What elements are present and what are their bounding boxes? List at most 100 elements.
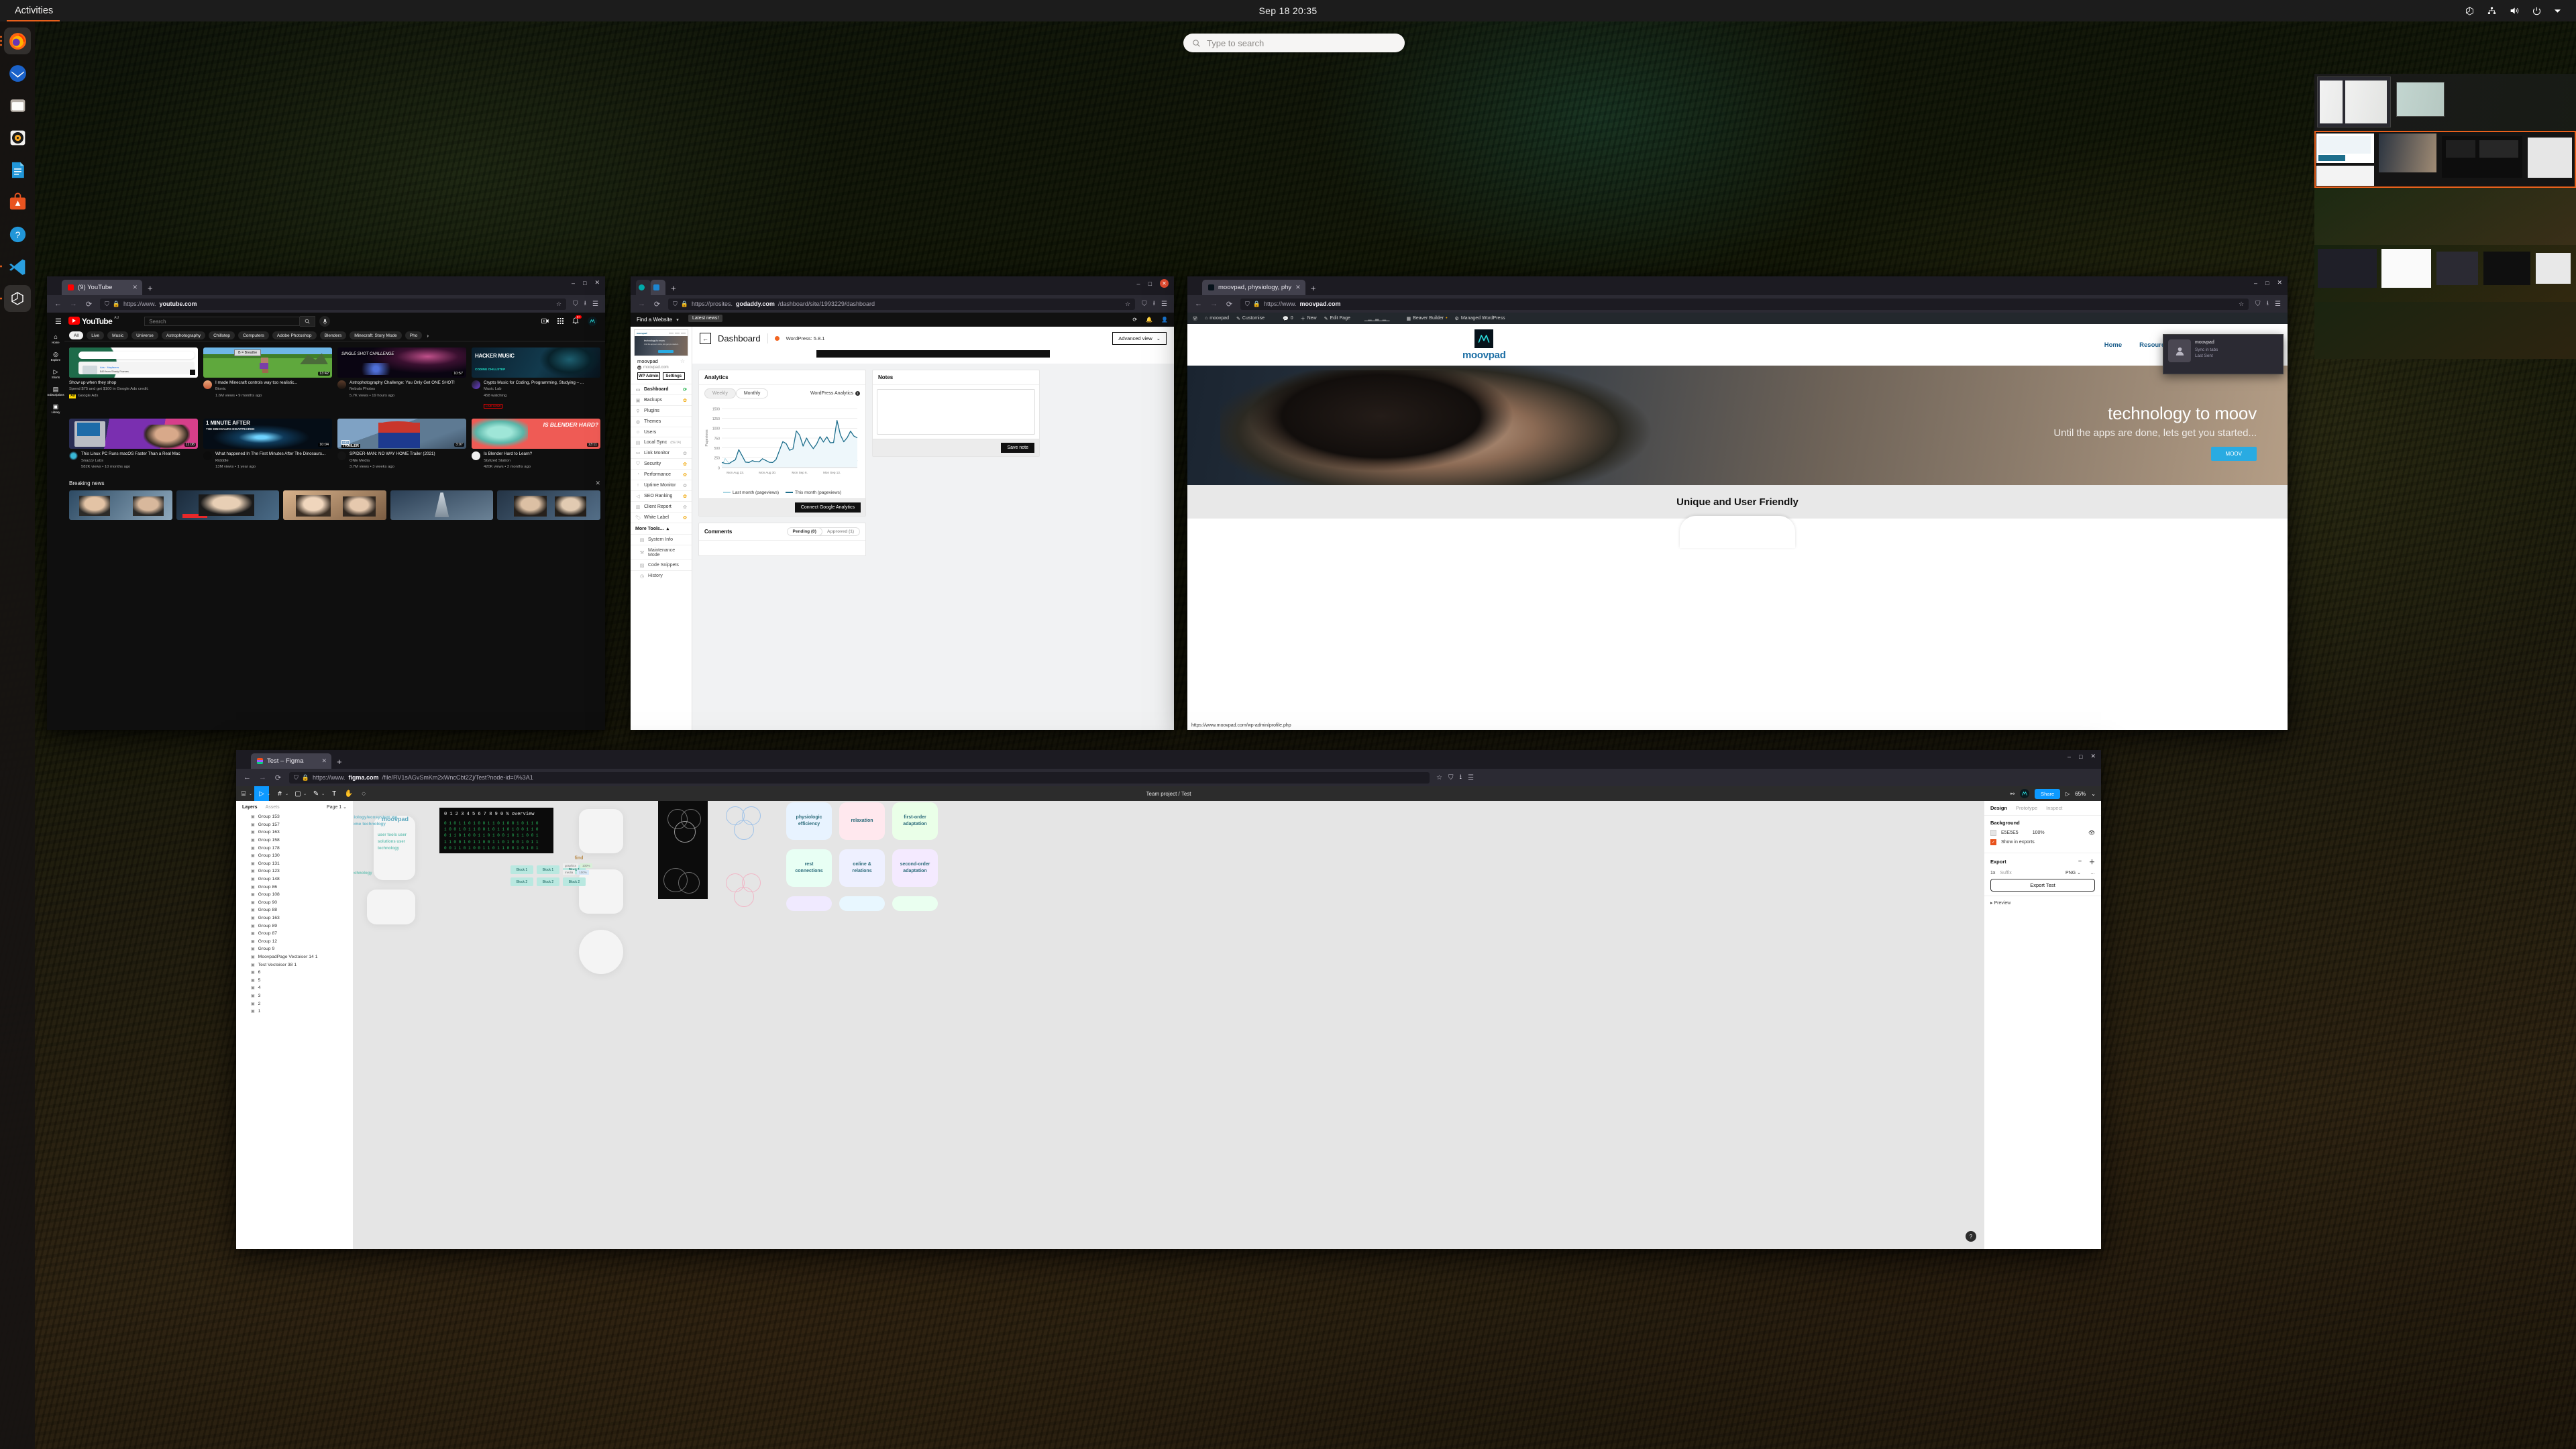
extension-popup[interactable]: moovpad Sync in tabs Last Sent	[2163, 334, 2284, 374]
notifications-icon[interactable]: 9+	[572, 315, 582, 326]
canvas-note-card[interactable]	[786, 896, 832, 911]
layer-row[interactable]: ▣ Group 12	[236, 938, 353, 946]
eye-icon[interactable]: 👁	[2088, 830, 2095, 836]
connect-google-analytics-button[interactable]: Connect Google Analytics	[794, 502, 861, 513]
menu-item-local-sync[interactable]: ▤ Local Sync (BETA)	[631, 437, 692, 447]
canvas-terminal[interactable]: 0 1 2 3 4 5 6 7 8 9 0 % overview 0 1 0 1…	[439, 808, 553, 853]
canvas-note-card[interactable]: second-order adaptation	[892, 849, 938, 887]
share-link-icon[interactable]: ⚯	[2010, 791, 2015, 797]
download-icon[interactable]: ⭳	[1459, 772, 1462, 784]
download-icon[interactable]: ⭳	[584, 299, 587, 310]
layer-row[interactable]: ▣ 2	[236, 1000, 353, 1008]
show-in-exports-row[interactable]: ✓ Show in exports	[1990, 839, 2095, 845]
gear-icon[interactable]: ✿	[683, 483, 687, 488]
menu-item-seo-ranking[interactable]: ◁ SEO Ranking ✿	[631, 490, 692, 501]
more-tools-toggle[interactable]: More Tools... ▴	[631, 523, 692, 534]
layer-row[interactable]: ▣ Group 163	[236, 828, 353, 837]
video-thumbnail[interactable]: 1 MINUTE AFTER THE DINOSAURS DISAPPEARED…	[203, 419, 332, 449]
tab-pending[interactable]: Pending (0)	[787, 528, 822, 535]
canvas-note-card[interactable]: rest connections	[786, 849, 832, 887]
layer-row[interactable]: ▣ 3	[236, 992, 353, 1000]
menu-item-code-snippets[interactable]: ▨ Code Snippets	[631, 559, 692, 570]
menu-icon[interactable]: ☰	[1161, 301, 1167, 308]
video-channel[interactable]: Bionic	[215, 387, 332, 392]
close-window-icon[interactable]: ✕	[594, 279, 600, 286]
close-icon[interactable]: ✕	[595, 480, 600, 487]
url-bar[interactable]: ⛉ 🔒 https://www. youtube.com ☆	[100, 298, 567, 310]
window-youtube[interactable]: (9) YouTube ✕ + – □ ✕ ← → ⟳ ⛉ 🔒 https://…	[47, 276, 605, 730]
avatar[interactable]	[588, 317, 597, 326]
close-window-icon[interactable]: ✕	[1160, 279, 1169, 288]
nav-link-home[interactable]: Home	[2104, 341, 2122, 349]
layer-row[interactable]: ▣ Test Vectoiser 38 1	[236, 961, 353, 969]
apps-grid-icon[interactable]	[557, 317, 564, 325]
unity-icon[interactable]	[2465, 6, 2475, 16]
channel-avatar[interactable]	[203, 380, 212, 389]
tab-prototype[interactable]: Prototype	[2016, 805, 2037, 811]
url-bar[interactable]: ⛉ 🔒 https://www. moovpad.com ☆	[1240, 298, 2249, 310]
zoom-level[interactable]: 65%	[2075, 791, 2086, 797]
video-channel[interactable]: Stylized Station	[484, 459, 600, 464]
network-icon[interactable]	[2487, 6, 2497, 16]
bell-icon[interactable]: 🔔	[1146, 317, 1152, 323]
layer-row[interactable]: ▣ Group 130	[236, 852, 353, 860]
adminbar-item-site[interactable]: ⌂ moovpad	[1205, 316, 1229, 321]
chip-chillstep[interactable]: Chillstep	[209, 331, 235, 339]
refresh-icon[interactable]: ⟳	[1132, 317, 1137, 323]
chevron-down-icon[interactable]: ▾	[676, 317, 679, 323]
video-thumbnail[interactable]: B = Breathe 13:42	[203, 347, 332, 378]
reload-icon[interactable]: ⟳	[1225, 300, 1234, 309]
chip-astrophotography[interactable]: Astrophotography	[161, 331, 206, 339]
menu-item-white-label[interactable]: 🏷 White Label ✿	[631, 512, 692, 523]
canvas-find-group[interactable]: find graphics 100% media 100%	[563, 856, 595, 875]
channel-avatar[interactable]	[337, 451, 346, 461]
moovpad-brand[interactable]: moovpad	[1462, 329, 1506, 361]
reload-icon[interactable]: ⟳	[85, 300, 93, 309]
layer-row[interactable]: ▣ Group 157	[236, 821, 353, 829]
chip-universe[interactable]: Universe	[131, 331, 158, 339]
account-icon[interactable]: 👤	[1161, 317, 1168, 323]
activities-button[interactable]: Activities	[0, 0, 62, 21]
wp-admin-button[interactable]: WP Admin	[637, 372, 660, 380]
layer-row[interactable]: ▣ Group 123	[236, 867, 353, 875]
video-card[interactable]: SINGLE SHOT CHALLENGE 10:57 Astrophotogr…	[337, 347, 466, 411]
close-window-icon[interactable]: ✕	[2090, 753, 2096, 760]
workspace-thumb-2[interactable]	[2314, 131, 2576, 188]
tab-design[interactable]: Design	[1990, 805, 2007, 811]
layer-row[interactable]: ▣ Group 86	[236, 883, 353, 891]
background-hex[interactable]: E5E5E5	[2001, 830, 2019, 835]
menu-icon[interactable]: ☰	[2275, 301, 2281, 308]
share-button[interactable]: Share	[2035, 788, 2061, 799]
sidebar-item-home[interactable]: ⌂ Home	[47, 334, 64, 345]
back-icon[interactable]: ←	[54, 300, 62, 308]
video-card[interactable]: TRAILER HD 3:07 SPIDER-MAN: NO WAY HOME …	[337, 419, 466, 470]
layer-row[interactable]: ▣ Group 88	[236, 906, 353, 914]
chip-music[interactable]: Music	[107, 331, 129, 339]
url-bar[interactable]: ⛉ 🔒 https://www. figma.com/file/RV1sAGvSm…	[289, 771, 1430, 784]
reload-icon[interactable]: ⟳	[274, 773, 282, 782]
back-icon[interactable]: ←	[243, 773, 252, 782]
adminbar-item-comments[interactable]: 💬 0	[1283, 316, 1293, 321]
export-suffix[interactable]: Suffix	[2000, 871, 2011, 875]
export-button[interactable]: Export Test	[1990, 879, 2095, 892]
dock-item-ubuntu-software[interactable]	[4, 189, 31, 215]
adminbar-item-beaver-builder[interactable]: ▦ Beaver Builder •	[1407, 316, 1448, 321]
settings-button[interactable]: Settings	[662, 372, 685, 380]
dock-item-thunderbird[interactable]	[4, 60, 31, 87]
chip-pho[interactable]: Pho	[405, 331, 423, 339]
news-thumbnail[interactable]	[69, 490, 172, 520]
gear-icon[interactable]: ✿	[683, 398, 687, 403]
tab-approved[interactable]: Approved (1)	[822, 528, 859, 535]
new-tab-button[interactable]: +	[337, 757, 342, 767]
export-format[interactable]: PNG ⌄	[2065, 870, 2081, 875]
canvas-help-button[interactable]: ?	[1966, 1231, 1976, 1242]
tab-monthly[interactable]: Monthly	[735, 388, 769, 398]
gear-icon[interactable]: ✿	[683, 472, 687, 478]
text-tool-icon[interactable]: T	[327, 786, 341, 801]
workspace-thumb-1[interactable]	[2314, 74, 2576, 131]
back-icon[interactable]: →	[637, 300, 646, 308]
video-channel[interactable]: Music Lab	[484, 387, 600, 392]
download-icon[interactable]: ⭳	[2267, 299, 2269, 310]
minimize-icon[interactable]: –	[2068, 753, 2071, 760]
gear-icon[interactable]: ✿	[683, 451, 687, 456]
